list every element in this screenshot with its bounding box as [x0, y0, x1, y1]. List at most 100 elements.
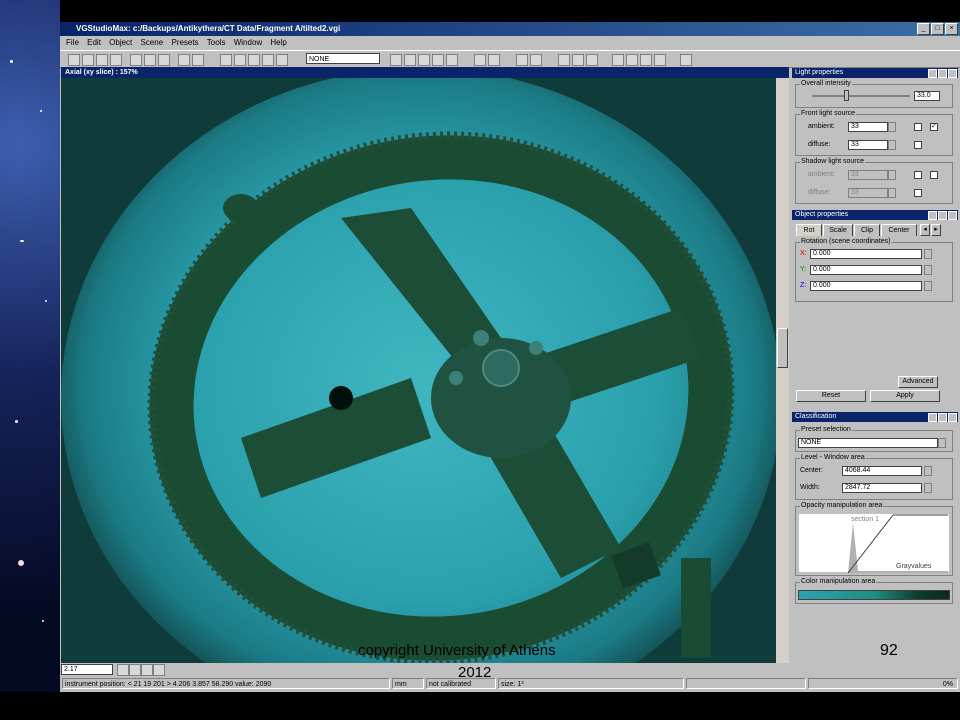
pen-icon[interactable] [474, 54, 486, 66]
overall-intensity-label: Overall intensity [800, 80, 852, 87]
menu-tools[interactable]: Tools [207, 38, 226, 47]
zoom-select[interactable]: 2.17 [61, 664, 113, 675]
layout-split-icon[interactable] [626, 54, 638, 66]
intensity-slider-thumb[interactable] [844, 90, 850, 101]
open-file-icon[interactable] [82, 54, 94, 66]
rotation-z-field[interactable]: 0.000 [810, 281, 922, 291]
redo-icon[interactable] [192, 54, 204, 66]
tool-icon[interactable] [276, 54, 288, 66]
panel-close-button[interactable] [948, 211, 957, 220]
tab-clip[interactable]: Clip [854, 224, 880, 236]
preset-dropdown-icon[interactable] [938, 438, 946, 448]
select-arrow-icon[interactable] [390, 54, 402, 66]
view-tool-icon[interactable] [129, 664, 141, 676]
panel-minimize-button[interactable] [928, 413, 937, 422]
shadow-diffuse-field[interactable]: 33 [848, 188, 888, 198]
measure-icon[interactable] [404, 54, 416, 66]
measure-icon[interactable] [446, 54, 458, 66]
tab-center[interactable]: Center [881, 224, 917, 236]
rotation-y-field[interactable]: 0.000 [810, 265, 922, 275]
tool-icon[interactable] [220, 54, 232, 66]
center-spinner[interactable] [924, 466, 932, 476]
shadow-ambient-spinner[interactable] [888, 170, 896, 180]
maximize-button[interactable]: □ [931, 23, 944, 35]
tab-scroll-left-icon[interactable]: ◂ [920, 224, 930, 236]
ambient-color-checkbox[interactable]: ✓ [930, 123, 938, 131]
shadow-ambient-checkbox[interactable] [914, 171, 922, 179]
grid-icon[interactable] [530, 54, 542, 66]
measure-icon[interactable] [418, 54, 430, 66]
shadow-color-checkbox[interactable] [930, 171, 938, 179]
close-button[interactable]: × [945, 23, 958, 35]
tool-icon[interactable] [248, 54, 260, 66]
shadow-ambient-field[interactable]: 33 [848, 170, 888, 180]
panel-maximize-button[interactable] [938, 69, 947, 78]
minimize-button[interactable]: _ [917, 23, 930, 35]
help-icon[interactable] [680, 54, 692, 66]
intensity-slider-track[interactable] [812, 95, 910, 97]
render-icon[interactable] [558, 54, 570, 66]
diffuse-spinner[interactable] [888, 140, 896, 150]
tab-scroll-right-icon[interactable]: ▸ [931, 224, 941, 236]
measure-icon[interactable] [432, 54, 444, 66]
ambient-field[interactable]: 33 [848, 122, 888, 132]
menu-edit[interactable]: Edit [87, 38, 101, 47]
menu-window[interactable]: Window [234, 38, 262, 47]
ambient-spinner[interactable] [888, 122, 896, 132]
apply-button[interactable]: Apply [870, 390, 940, 402]
menu-file[interactable]: File [66, 38, 79, 47]
ambient-checkbox[interactable] [914, 123, 922, 131]
previous-slice-icon[interactable] [141, 664, 153, 676]
rotation-x-field[interactable]: 0.000 [810, 249, 922, 259]
copy-icon[interactable] [144, 54, 156, 66]
panel-minimize-button[interactable] [928, 69, 937, 78]
menu-help[interactable]: Help [270, 38, 286, 47]
undo-icon[interactable] [178, 54, 190, 66]
tab-rot[interactable]: Rot [796, 224, 822, 236]
advanced-button[interactable]: Advanced [898, 376, 938, 388]
pipette-icon[interactable] [488, 54, 500, 66]
globe-icon[interactable] [572, 54, 584, 66]
rotation-z-spinner[interactable] [924, 281, 932, 291]
tool-icon[interactable] [262, 54, 274, 66]
width-field[interactable]: 2847.72 [842, 483, 922, 493]
panel-maximize-button[interactable] [938, 211, 947, 220]
layout-single-icon[interactable] [612, 54, 624, 66]
width-spinner[interactable] [924, 483, 932, 493]
tab-scale[interactable]: Scale [823, 224, 853, 236]
cut-icon[interactable] [130, 54, 142, 66]
diffuse-checkbox[interactable] [914, 141, 922, 149]
render-icon[interactable] [586, 54, 598, 66]
menu-object[interactable]: Object [109, 38, 132, 47]
layout-split-icon[interactable] [640, 54, 652, 66]
diffuse-field[interactable]: 33 [848, 140, 888, 150]
ruler-icon[interactable] [516, 54, 528, 66]
color-gradient-bar[interactable] [798, 590, 950, 600]
panel-minimize-button[interactable] [928, 211, 937, 220]
paste-icon[interactable] [158, 54, 170, 66]
panel-close-button[interactable] [948, 413, 957, 422]
new-file-icon[interactable] [68, 54, 80, 66]
shadow-diffuse-spinner[interactable] [888, 188, 896, 198]
menu-presets[interactable]: Presets [171, 38, 198, 47]
panel-close-button[interactable] [948, 69, 957, 78]
rotation-x-spinner[interactable] [924, 249, 932, 259]
scrollbar-thumb[interactable] [777, 328, 788, 368]
center-field[interactable]: 4068.44 [842, 466, 922, 476]
next-slice-icon[interactable] [153, 664, 165, 676]
overall-intensity-field[interactable]: 33.0 [914, 91, 940, 101]
preset-select[interactable]: NONE [306, 53, 380, 64]
layout-quad-icon[interactable] [654, 54, 666, 66]
rotation-y-spinner[interactable] [924, 265, 932, 275]
vertical-scrollbar[interactable] [776, 78, 789, 663]
reset-button[interactable]: Reset [796, 390, 866, 402]
print-icon[interactable] [110, 54, 122, 66]
ct-slice-image[interactable] [61, 78, 776, 663]
panel-maximize-button[interactable] [938, 413, 947, 422]
classification-preset-select[interactable]: NONE [798, 438, 938, 448]
tool-icon[interactable] [234, 54, 246, 66]
shadow-diffuse-checkbox[interactable] [914, 189, 922, 197]
view-tool-icon[interactable] [117, 664, 129, 676]
menu-scene[interactable]: Scene [141, 38, 164, 47]
save-icon[interactable] [96, 54, 108, 66]
